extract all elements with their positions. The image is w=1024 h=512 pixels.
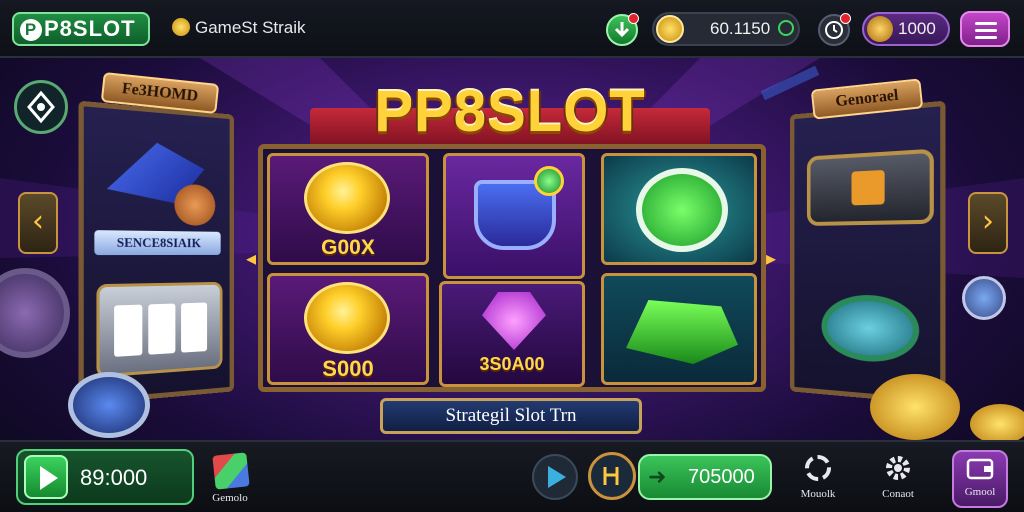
game-title-text: GameSt Straik — [195, 18, 306, 37]
win-value: 705000 — [688, 466, 755, 488]
gold-coin-decoration-1 — [870, 374, 960, 440]
right-game-card[interactable] — [789, 100, 946, 406]
refresh-icon — [805, 455, 831, 481]
title-ribbon: PP8SLOT — [300, 78, 720, 150]
reel-3 — [181, 302, 208, 353]
settings-label: Conaot — [882, 488, 914, 500]
app-logo[interactable]: P P8SLOT — [12, 12, 150, 46]
refresh-label: Mouolk — [800, 488, 836, 500]
gem-balance-value: 1000 — [898, 19, 936, 38]
tile-gold-coin-1[interactable]: G00X — [267, 153, 429, 265]
bonus-symbol-icon — [603, 467, 619, 485]
green-crystal-art — [626, 300, 738, 364]
gold-coin-decoration-2 — [970, 404, 1024, 444]
gear-icon — [886, 456, 910, 480]
play-icon[interactable] — [24, 455, 68, 499]
timer-badge — [840, 13, 851, 24]
map-button[interactable] — [14, 80, 68, 134]
next-arrow-button[interactable]: › — [968, 192, 1008, 254]
refresh-button[interactable]: Mouolk — [796, 448, 840, 510]
tile-1-label: G00X — [321, 236, 375, 259]
alert-button[interactable] — [606, 13, 639, 46]
logo-text: P8SLOT — [44, 16, 136, 41]
tile-shield[interactable] — [443, 153, 585, 279]
top-bar: P P8SLOT GameSt Straik 60.1150 1000 — [0, 0, 1024, 58]
games-cube-icon[interactable] — [212, 452, 250, 490]
purple-gem-art — [482, 292, 546, 350]
tile-green-gem[interactable] — [601, 273, 757, 385]
left-game-card[interactable]: SENCE8SIAIK — [78, 100, 235, 406]
game-logo-title: PP8SLOT — [374, 79, 646, 144]
compass-icon — [27, 90, 55, 124]
wallet-icon — [966, 458, 994, 480]
bet-value: 89:000 — [80, 465, 148, 490]
wallet-button[interactable]: Gmool — [952, 450, 1008, 508]
coin-icon — [172, 18, 190, 36]
timer-button[interactable] — [818, 13, 851, 46]
slot-machine-art — [96, 281, 223, 378]
hamburger-menu-icon[interactable] — [960, 11, 1010, 47]
gem-balance-pill[interactable]: 1000 — [862, 12, 950, 46]
bonus-button[interactable] — [588, 452, 636, 500]
lion-mascot-art — [174, 183, 216, 226]
reel-1 — [114, 304, 143, 357]
chest-emblem-art — [851, 169, 885, 206]
prev-arrow-button[interactable]: ‹ — [18, 192, 58, 254]
bottom-bar: 89:000 Gemolo ➜ 705000 Mouolk Conaot Gmo… — [0, 440, 1024, 512]
gem-icon — [867, 16, 893, 42]
wallet-label: Gmool — [964, 486, 996, 498]
poker-chip-art — [821, 293, 920, 365]
blue-chip-decoration — [962, 276, 1006, 320]
reel-2 — [148, 303, 176, 355]
blue-gem-chip-decoration — [68, 372, 150, 438]
strategy-banner[interactable]: Strategil Slot Trn — [380, 398, 642, 434]
coin-balance-value: 60.1150 — [710, 19, 771, 38]
coin-balance-pill[interactable]: 60.1150 — [652, 12, 800, 46]
left-card-sign: SENCE8SIAIK — [94, 230, 221, 256]
menu-line-2 — [975, 29, 997, 32]
tile-gold-coin-2[interactable]: S000 — [267, 273, 429, 385]
game-screen: { "header": { "logo_text": "P8SLOT", "lo… — [0, 0, 1024, 512]
menu-line-1 — [975, 22, 997, 25]
arrow-right-icon: ➜ — [648, 464, 667, 489]
bet-panel[interactable]: 89:000 — [16, 449, 194, 505]
fast-forward-icon — [548, 466, 566, 488]
green-gem-art — [534, 166, 564, 196]
tile-purple-gem[interactable]: 3S0A00 — [439, 281, 585, 387]
tile-2-label: S000 — [322, 356, 374, 381]
notification-badge — [628, 13, 639, 24]
gold-coin-icon — [656, 15, 684, 43]
game-title: GameSt Straik — [172, 18, 306, 38]
settings-button[interactable]: Conaot — [876, 448, 920, 510]
win-panel[interactable]: ➜ 705000 — [638, 454, 772, 500]
menu-line-3 — [975, 36, 997, 39]
green-chip-art — [636, 168, 728, 252]
coin-balance-ring-icon — [778, 20, 794, 36]
gold-coin-art — [304, 162, 390, 234]
slot-reel-frame: G00X S000 3S0A00 — [258, 144, 766, 392]
reel-left-arrow-icon: ◂ — [246, 246, 257, 270]
gold-coin-art-2 — [304, 282, 390, 354]
reel-right-arrow-icon: ▸ — [766, 246, 777, 270]
tile-4-label: 3S0A00 — [479, 354, 545, 374]
games-label: Gemolo — [212, 492, 248, 504]
logo-chip: P — [20, 19, 42, 41]
tile-green-chip[interactable] — [601, 153, 757, 265]
skip-button[interactable] — [532, 454, 578, 500]
